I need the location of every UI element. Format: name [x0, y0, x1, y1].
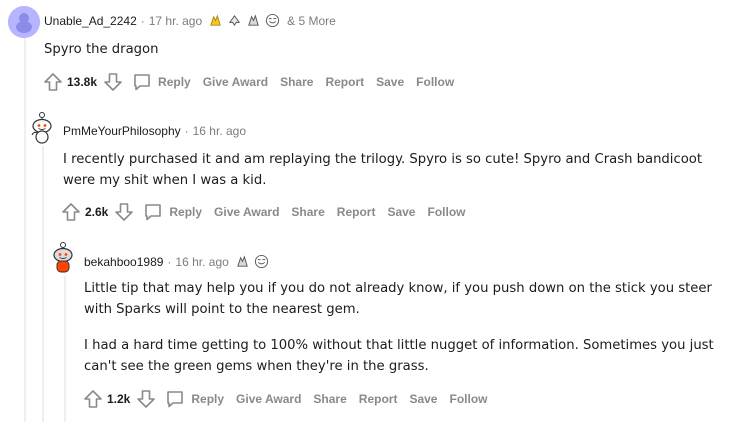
avatar[interactable]	[26, 111, 58, 145]
comment-header: PmMeYourPhilosophy · 16 hr. ago	[63, 124, 246, 138]
face-award-icon	[254, 254, 268, 269]
username[interactable]: bekahboo1989	[84, 255, 163, 269]
share-button[interactable]: Share	[280, 75, 313, 89]
downvote-arrow-icon[interactable]	[113, 201, 135, 223]
snoo-avatar-icon	[31, 112, 52, 144]
comment-header: bekahboo1989 · 16 hr. ago	[84, 254, 269, 269]
timestamp[interactable]: 16 hr. ago	[193, 124, 246, 138]
rocket-like-award-icon	[229, 15, 241, 27]
reply-button[interactable]: Reply	[158, 75, 191, 89]
comment-header: Unable_Ad_2242 · 17 hr. ago & 5 More	[44, 13, 336, 28]
comment-actions: 2.6k Reply Give Award Share Report Save …	[60, 201, 465, 223]
give-award-button[interactable]: Give Award	[203, 75, 268, 89]
username[interactable]: Unable_Ad_2242	[44, 14, 137, 28]
face-award-icon	[266, 13, 280, 28]
thread-line-level-2[interactable]	[42, 146, 44, 422]
vote-score: 1.2k	[107, 392, 131, 406]
share-button[interactable]: Share	[291, 205, 324, 219]
share-button[interactable]: Share	[313, 392, 346, 406]
hands-award-icon	[248, 14, 259, 26]
comment-body: Little tip that may help you if you do n…	[84, 278, 714, 377]
timestamp[interactable]: 17 hr. ago	[149, 14, 202, 28]
vote-score: 13.8k	[67, 75, 98, 89]
snoo-avatar-icon	[8, 6, 40, 38]
snoo-avatar-icon	[53, 242, 73, 273]
comment-paragraph: Little tip that may help you if you do n…	[84, 281, 712, 317]
award-list[interactable]: & 5 More	[208, 13, 336, 28]
upvote-arrow-icon[interactable]	[60, 201, 82, 223]
upvote-arrow-icon[interactable]	[42, 71, 64, 93]
downvote-arrow-icon[interactable]	[102, 71, 124, 93]
comment-paragraph: Spyro the dragon	[44, 42, 159, 57]
upvote-arrow-icon[interactable]	[82, 388, 104, 410]
more-awards-count[interactable]: & 5 More	[287, 14, 336, 28]
thread-line-level-3[interactable]	[64, 276, 66, 422]
save-button[interactable]: Save	[409, 392, 437, 406]
comment-actions: 13.8k Reply Give Award Share Report Save…	[42, 71, 454, 93]
reply-button[interactable]: Reply	[169, 205, 202, 219]
hands-award-icon	[236, 255, 248, 267]
meta-separator: ·	[167, 254, 172, 269]
save-button[interactable]: Save	[376, 75, 404, 89]
thread-line-root[interactable]	[24, 38, 26, 422]
timestamp[interactable]: 16 hr. ago	[175, 255, 228, 269]
follow-button[interactable]: Follow	[416, 75, 454, 89]
avatar[interactable]	[48, 241, 78, 275]
comment-body: I recently purchased it and am replaying…	[63, 149, 713, 191]
meta-separator: ·	[184, 124, 189, 138]
give-award-button[interactable]: Give Award	[236, 392, 301, 406]
downvote-arrow-icon[interactable]	[135, 388, 157, 410]
speech-bubble-icon[interactable]	[143, 202, 163, 222]
report-button[interactable]: Report	[337, 205, 376, 219]
speech-bubble-icon[interactable]	[132, 72, 152, 92]
follow-button[interactable]: Follow	[427, 205, 465, 219]
comment-actions: 1.2k Reply Give Award Share Report Save …	[82, 388, 487, 410]
comment-body: Spyro the dragon	[44, 39, 704, 60]
award-list[interactable]	[235, 254, 269, 269]
avatar[interactable]	[8, 6, 40, 38]
report-button[interactable]: Report	[359, 392, 398, 406]
give-award-button[interactable]: Give Award	[214, 205, 279, 219]
reply-button[interactable]: Reply	[191, 392, 224, 406]
report-button[interactable]: Report	[325, 75, 364, 89]
follow-button[interactable]: Follow	[449, 392, 487, 406]
meta-separator: ·	[140, 13, 145, 28]
comment-paragraph: I had a hard time getting to 100% withou…	[84, 338, 714, 374]
save-button[interactable]: Save	[387, 205, 415, 219]
speech-bubble-icon[interactable]	[165, 389, 185, 409]
praise-hands-award-icon	[210, 14, 221, 26]
vote-score: 2.6k	[85, 205, 109, 219]
username[interactable]: PmMeYourPhilosophy	[63, 124, 181, 138]
comment-paragraph: I recently purchased it and am replaying…	[63, 152, 703, 188]
